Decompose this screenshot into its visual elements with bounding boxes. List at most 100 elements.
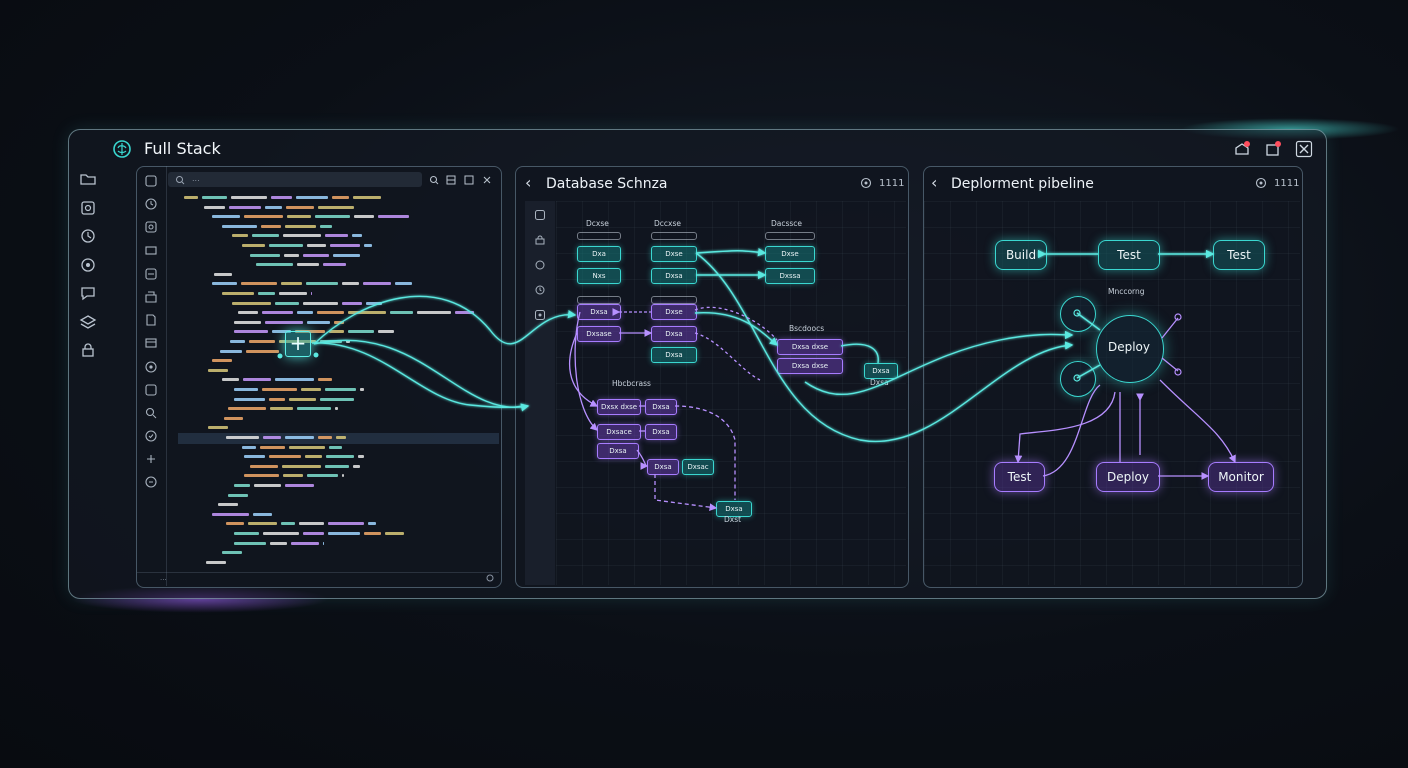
close-icon[interactable]	[1295, 140, 1313, 158]
code-token	[317, 311, 344, 315]
layers-icon[interactable]	[79, 313, 97, 331]
pipeline-node-monitor[interactable]: Monitor	[1208, 462, 1274, 492]
code-token	[336, 436, 346, 439]
schema-side-label: Bscdoocs	[789, 324, 825, 333]
schema-table[interactable]: Dxse	[765, 246, 815, 262]
code-token	[291, 541, 319, 545]
code-token	[230, 340, 245, 343]
code-token	[232, 234, 248, 238]
panel-icon[interactable]	[144, 174, 158, 188]
code-token	[234, 397, 265, 401]
schema-table[interactable]: Dxse	[651, 304, 697, 320]
add-button[interactable]: +	[285, 331, 311, 357]
back-chevron-icon[interactable]: ‹	[931, 173, 937, 192]
copy-icon[interactable]	[464, 175, 474, 185]
schema-table[interactable]: Dxa	[577, 246, 621, 262]
code-token	[348, 311, 386, 315]
box-icon[interactable]	[144, 290, 158, 304]
schema-table-header	[577, 296, 621, 304]
schema-table[interactable]: Dxsa dxse	[777, 358, 843, 374]
folder-icon[interactable]	[79, 170, 97, 188]
code-token	[212, 282, 237, 286]
schema-table[interactable]: Nxs	[577, 268, 621, 284]
lock-icon[interactable]	[534, 234, 546, 246]
table-icon[interactable]	[534, 209, 546, 221]
schema-table[interactable]: Dxsa	[651, 326, 697, 342]
file-icon[interactable]	[144, 313, 158, 327]
back-chevron-icon[interactable]: ‹	[525, 173, 531, 192]
code-token	[238, 311, 258, 315]
settings-icon[interactable]	[534, 309, 546, 321]
gear-icon[interactable]	[860, 177, 872, 189]
code-token	[222, 224, 257, 228]
monitor-icon[interactable]	[144, 244, 158, 258]
search-icon[interactable]	[144, 406, 158, 420]
code-token	[270, 407, 293, 411]
pipeline-node-deploy[interactable]: Deploy	[1096, 462, 1160, 492]
code-token	[262, 311, 293, 315]
pipeline-tools[interactable]: 1111	[1274, 178, 1299, 189]
refresh-icon[interactable]	[534, 259, 546, 271]
gear-icon[interactable]	[1255, 177, 1267, 189]
schema-table[interactable]: Dxsa	[577, 304, 621, 320]
settings-icon[interactable]	[486, 574, 494, 582]
schema-table[interactable]: Dxsa	[647, 459, 679, 475]
code-token	[243, 378, 271, 382]
schema-table[interactable]: Dxsx dxse	[597, 399, 641, 415]
chat-icon[interactable]	[79, 284, 97, 302]
code-token	[360, 388, 364, 391]
refresh-icon[interactable]	[144, 383, 158, 397]
search-icon[interactable]	[429, 175, 439, 185]
pipeline-node-test[interactable]: Test	[1213, 240, 1265, 270]
code-token	[248, 522, 277, 526]
clock-icon[interactable]	[144, 197, 158, 211]
refresh-icon[interactable]	[79, 227, 97, 245]
settings-icon[interactable]	[144, 360, 158, 374]
close-icon[interactable]	[482, 175, 492, 185]
shield-icon[interactable]	[144, 429, 158, 443]
schema-table[interactable]: Dxsa dxse	[777, 339, 843, 355]
code-token	[285, 436, 314, 439]
link-icon[interactable]	[144, 452, 158, 466]
code-token	[328, 522, 364, 526]
code-token	[287, 215, 311, 219]
code-token	[234, 532, 259, 535]
schema-table[interactable]: Dxsace	[597, 424, 641, 440]
notification-icon[interactable]	[1233, 140, 1251, 158]
schema-table[interactable]: Dxsa	[597, 443, 639, 459]
split-icon[interactable]	[446, 175, 456, 185]
settings-icon[interactable]	[79, 256, 97, 274]
clock-icon[interactable]	[534, 284, 546, 296]
image-icon[interactable]	[144, 220, 158, 234]
pipeline-node-test[interactable]: Test	[1098, 240, 1160, 270]
code-token	[226, 522, 244, 526]
lock-icon[interactable]	[79, 341, 97, 359]
schema-table[interactable]: Dxssa	[765, 268, 815, 284]
code-token	[354, 215, 374, 219]
table-icon[interactable]	[144, 336, 158, 350]
pipeline-node-test[interactable]: Test	[994, 462, 1045, 492]
pipeline-orb	[1060, 361, 1096, 397]
code-token	[283, 474, 303, 478]
code-token	[320, 397, 354, 401]
code-token	[320, 340, 342, 343]
schema-table[interactable]: Dxsa	[864, 363, 898, 379]
code-token	[305, 455, 322, 459]
schema-table[interactable]: Dxse	[651, 246, 697, 262]
editor-search-bar[interactable]	[168, 172, 422, 187]
image-icon[interactable]	[79, 199, 97, 217]
schema-tools[interactable]: 1111	[879, 178, 904, 189]
schema-table[interactable]: Dxsa	[645, 424, 677, 440]
schema-table[interactable]: Dxsase	[577, 326, 621, 342]
code-token	[284, 253, 299, 257]
popout-icon[interactable]	[1264, 140, 1282, 158]
schema-table[interactable]: Dxsa	[651, 347, 697, 363]
schema-table[interactable]: Dxsac	[682, 459, 714, 475]
schema-table[interactable]: Dxsa	[651, 268, 697, 284]
grid-icon[interactable]	[144, 475, 158, 489]
layers-icon[interactable]	[144, 267, 158, 281]
pipeline-node-build[interactable]: Build	[995, 240, 1047, 270]
code-token	[352, 234, 362, 238]
schema-table[interactable]: Dxsa	[645, 399, 677, 415]
code-token	[250, 253, 280, 257]
